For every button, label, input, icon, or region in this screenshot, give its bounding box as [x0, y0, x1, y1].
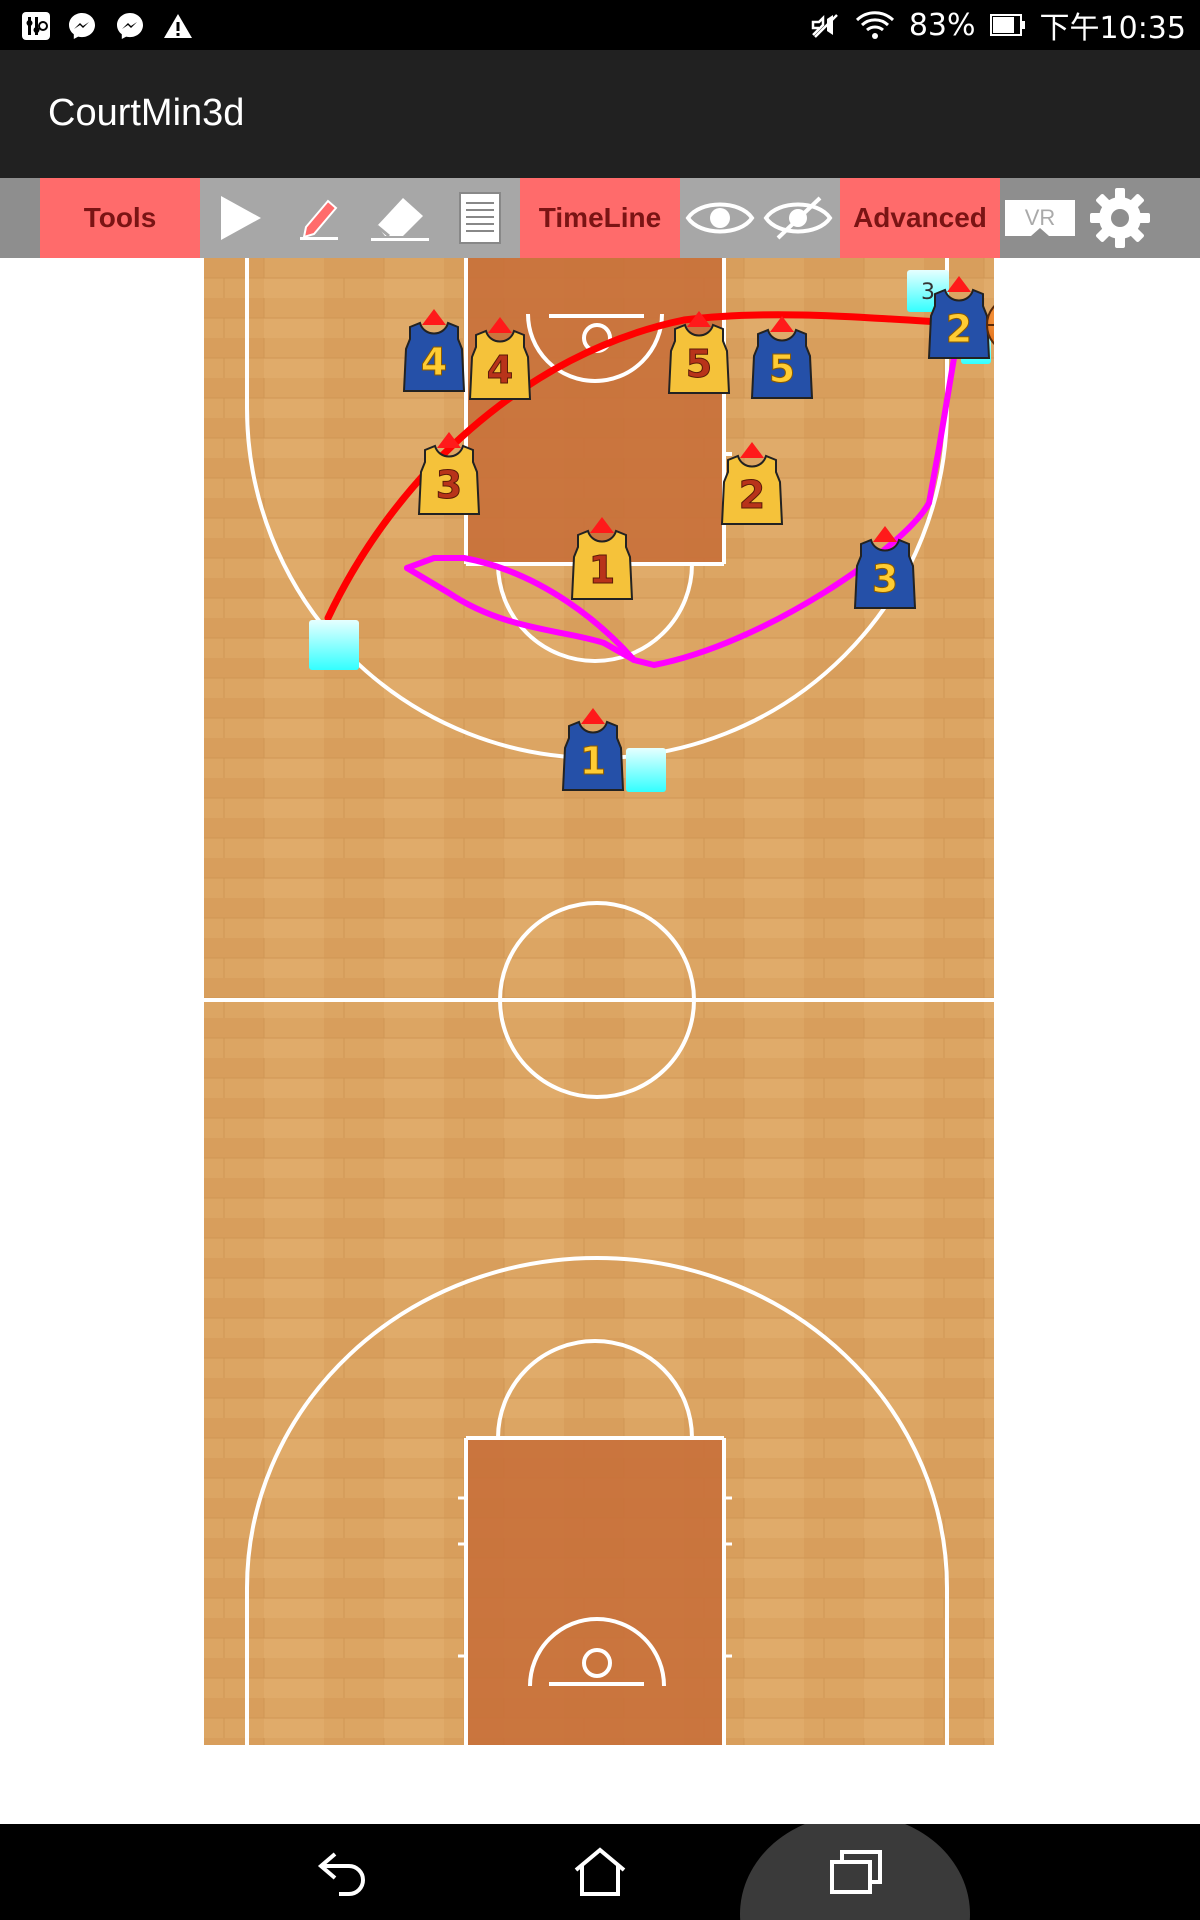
vr-button[interactable]: VR	[1000, 178, 1080, 258]
jersey-number: 5	[686, 342, 712, 386]
status-bar: 83% 下午10:35	[0, 0, 1200, 50]
vr-label: VR	[1025, 205, 1056, 230]
advanced-button[interactable]: Advanced	[840, 178, 1000, 258]
play-icon	[221, 196, 261, 240]
jersey-number: 1	[580, 739, 606, 783]
notes-button[interactable]	[448, 178, 512, 258]
document-icon	[459, 192, 501, 244]
clock: 下午10:35	[1039, 11, 1186, 46]
wifi-icon	[855, 11, 894, 39]
play-button[interactable]	[208, 178, 272, 258]
nav-bar	[0, 1824, 1200, 1920]
jersey-number: 5	[769, 347, 795, 391]
basketball-court[interactable]: 3 4 4 5 53 21 312	[204, 258, 994, 1745]
back-button[interactable]	[283, 1824, 403, 1920]
battery-percentage: 83%	[908, 7, 976, 43]
jersey-number: 3	[436, 463, 462, 507]
position-marker[interactable]	[626, 748, 666, 792]
recents-button[interactable]	[796, 1824, 916, 1920]
battery-icon	[989, 14, 1025, 36]
eye-off-icon	[763, 196, 833, 240]
jersey-number: 4	[421, 340, 447, 384]
pen-button[interactable]	[286, 178, 352, 258]
tools-button[interactable]: Tools	[40, 178, 200, 258]
toolbar: Tools TimeLine Advanced VR	[0, 178, 1200, 258]
equalizer-icon	[22, 12, 50, 40]
app-bar: CourtMin3d	[0, 50, 1200, 178]
warning-icon	[164, 14, 192, 38]
settings-button[interactable]	[1080, 178, 1160, 258]
app-title: CourtMin3d	[48, 92, 245, 134]
eraser-button[interactable]	[362, 178, 438, 258]
pen-icon	[300, 199, 338, 240]
marker-label: 3	[921, 280, 935, 305]
position-marker[interactable]	[309, 620, 359, 670]
timeline-button[interactable]: TimeLine	[520, 178, 680, 258]
eye-icon	[685, 202, 755, 234]
messenger-icon	[69, 13, 95, 39]
jersey-number: 2	[739, 473, 765, 517]
eraser-icon	[371, 198, 429, 241]
back-icon	[317, 1852, 365, 1896]
recents-icon	[830, 1850, 882, 1894]
show-button[interactable]	[682, 178, 758, 258]
home-button[interactable]	[540, 1824, 660, 1920]
vr-icon: VR	[1005, 200, 1075, 236]
gear-icon	[1090, 188, 1150, 248]
jersey-number: 1	[589, 548, 615, 592]
mute-icon	[811, 14, 838, 38]
hide-button[interactable]	[760, 178, 836, 258]
jersey-number: 2	[946, 307, 972, 351]
jersey-number: 3	[872, 557, 898, 601]
messenger-icon	[117, 13, 143, 39]
jersey-number: 4	[487, 348, 513, 392]
home-icon	[574, 1847, 626, 1896]
court-canvas[interactable]: 3 4455321312	[204, 258, 994, 1745]
